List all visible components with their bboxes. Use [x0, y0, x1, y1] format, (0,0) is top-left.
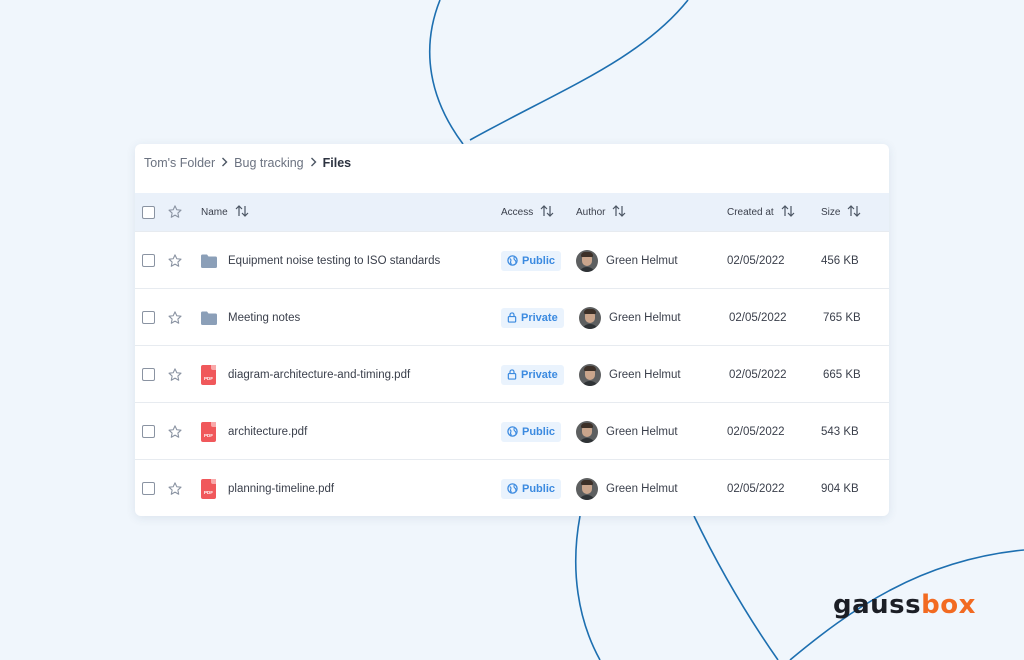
logo-part-box: box: [921, 590, 976, 620]
table-row[interactable]: Meeting notes Private Green Helmut 02/05…: [135, 288, 889, 346]
author-name: Green Helmut: [606, 482, 678, 495]
row-checkbox[interactable]: [142, 254, 155, 267]
avatar: [576, 477, 598, 500]
table-header: Name Access Author Created at Size: [135, 193, 889, 231]
created-date: 02/05/2022: [727, 482, 785, 495]
file-size: 456 KB: [821, 254, 859, 267]
avatar: [579, 363, 601, 386]
star-icon[interactable]: [167, 403, 183, 460]
star-icon[interactable]: [167, 289, 183, 346]
access-badge-private: Private: [501, 364, 564, 385]
file-name[interactable]: diagram-architecture-and-timing.pdf: [228, 369, 410, 381]
column-size-label: Size: [821, 206, 841, 218]
file-size: 765 KB: [823, 311, 861, 324]
star-icon[interactable]: [167, 232, 183, 289]
file-name[interactable]: Equipment noise testing to ISO standards: [228, 255, 440, 267]
sort-arrows-icon[interactable]: [540, 204, 554, 220]
created-date: 02/05/2022: [729, 311, 787, 324]
avatar: [576, 249, 598, 272]
column-header-access[interactable]: Access: [501, 193, 554, 231]
folder-icon: [201, 289, 217, 346]
star-icon[interactable]: [167, 460, 183, 516]
star-icon[interactable]: [167, 346, 183, 403]
file-browser-card: Tom's Folder Bug tracking Files Name Acc…: [135, 144, 889, 516]
access-label: Public: [522, 425, 556, 438]
column-header-size[interactable]: Size: [821, 193, 861, 231]
breadcrumb-item-toms-folder[interactable]: Tom's Folder: [144, 156, 215, 170]
column-access-label: Access: [501, 206, 534, 218]
chevron-right-icon: [310, 156, 317, 170]
folder-icon: [201, 232, 217, 289]
lock-icon: [507, 369, 517, 380]
avatar: [576, 420, 598, 443]
logo-part-gauss: gauss: [833, 590, 922, 620]
access-label: Public: [522, 482, 556, 495]
pdf-file-icon: PDF: [201, 364, 216, 385]
pdf-file-icon: PDF: [201, 478, 216, 499]
row-checkbox[interactable]: [142, 368, 155, 381]
globe-icon: [507, 483, 518, 494]
chevron-right-icon: [221, 156, 228, 170]
column-header-name[interactable]: Name: [201, 193, 249, 231]
access-badge-private: Private: [501, 307, 564, 328]
column-header-created[interactable]: Created at: [727, 193, 795, 231]
column-author-label: Author: [576, 206, 606, 218]
globe-icon: [507, 426, 518, 437]
gaussbox-logo: gaussbox: [833, 590, 976, 620]
select-all-checkbox[interactable]: [142, 205, 155, 219]
avatar: [579, 306, 601, 329]
column-header-author[interactable]: Author: [576, 193, 626, 231]
star-icon[interactable]: [167, 193, 183, 231]
access-badge-public: Public: [501, 478, 562, 499]
table-row[interactable]: PDF planning-timeline.pdf Public Green H…: [135, 459, 889, 516]
file-size: 543 KB: [821, 425, 859, 438]
sort-arrows-icon[interactable]: [847, 204, 861, 220]
access-badge-public: Public: [501, 421, 562, 442]
created-date: 02/05/2022: [729, 368, 787, 381]
file-size: 665 KB: [823, 368, 861, 381]
globe-icon: [507, 255, 518, 266]
breadcrumb: Tom's Folder Bug tracking Files: [144, 154, 351, 172]
file-size: 904 KB: [821, 482, 859, 495]
access-label: Private: [521, 368, 558, 381]
created-date: 02/05/2022: [727, 425, 785, 438]
lock-icon: [507, 312, 517, 323]
author-name: Green Helmut: [606, 254, 678, 267]
created-date: 02/05/2022: [727, 254, 785, 267]
sort-arrows-icon[interactable]: [612, 204, 626, 220]
row-checkbox[interactable]: [142, 311, 155, 324]
row-checkbox[interactable]: [142, 425, 155, 438]
table-row[interactable]: Equipment noise testing to ISO standards…: [135, 231, 889, 289]
file-name[interactable]: planning-timeline.pdf: [228, 483, 334, 495]
sort-arrows-icon[interactable]: [781, 204, 795, 220]
column-name-label: Name: [201, 206, 228, 218]
file-name[interactable]: architecture.pdf: [228, 426, 307, 438]
access-label: Public: [522, 254, 556, 267]
table-row[interactable]: PDF diagram-architecture-and-timing.pdf …: [135, 345, 889, 403]
file-name[interactable]: Meeting notes: [228, 312, 300, 324]
table-row[interactable]: PDF architecture.pdf Public Green Helmut…: [135, 402, 889, 460]
author-name: Green Helmut: [609, 368, 681, 381]
breadcrumb-item-bug-tracking[interactable]: Bug tracking: [234, 156, 303, 170]
row-checkbox[interactable]: [142, 482, 155, 495]
sort-arrows-icon[interactable]: [235, 204, 249, 220]
breadcrumb-current: Files: [322, 156, 352, 170]
pdf-file-icon: PDF: [201, 421, 216, 442]
access-badge-public: Public: [501, 250, 562, 271]
access-label: Private: [521, 311, 558, 324]
author-name: Green Helmut: [609, 311, 681, 324]
column-created-label: Created at: [727, 206, 774, 218]
author-name: Green Helmut: [606, 425, 678, 438]
